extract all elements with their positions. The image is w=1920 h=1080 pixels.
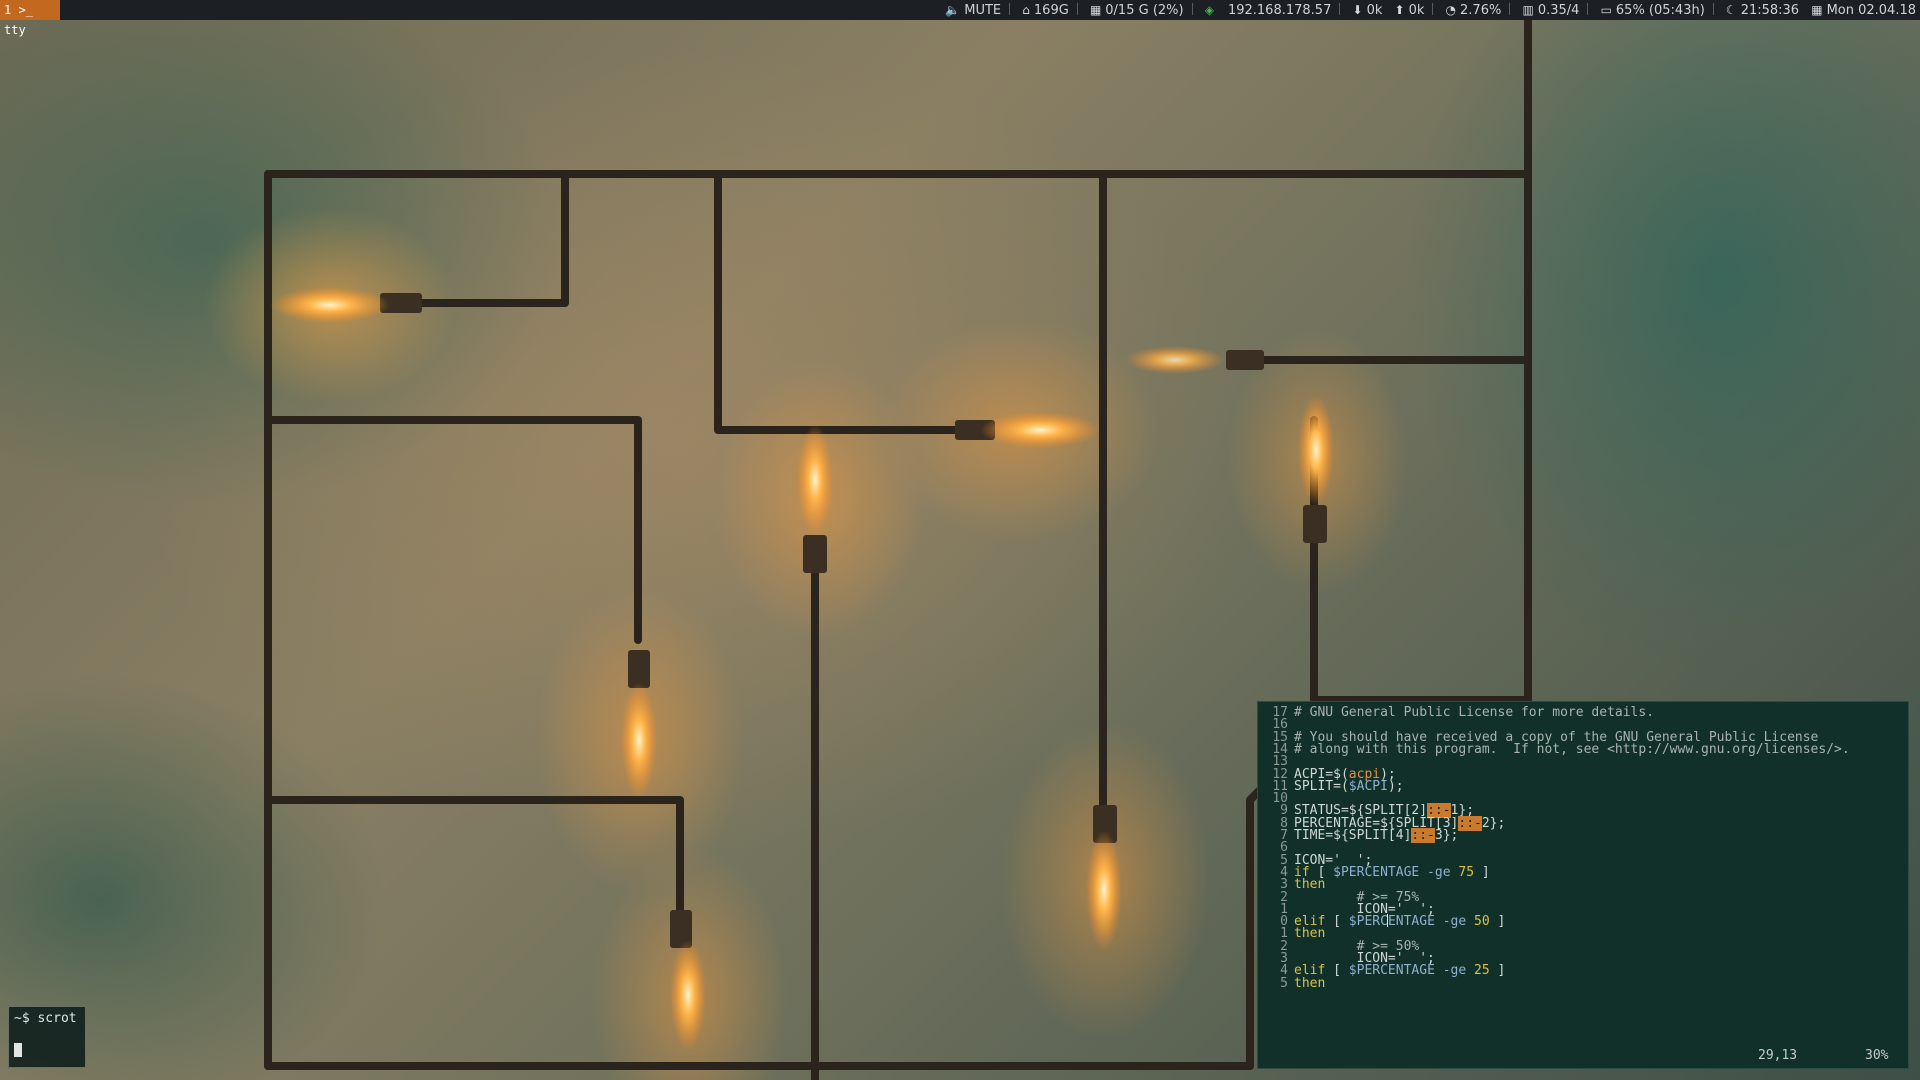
status-items: 🔈 MUTE ⌂ 169G ▦ 0/15 G (2%) ◈ 192.168.178.57… bbox=[937, 0, 1916, 20]
battery-value: 65% (05:43h) bbox=[1615, 3, 1705, 18]
separator bbox=[1076, 3, 1078, 15]
speaker-icon: 🔈 bbox=[945, 3, 961, 17]
clock[interactable]: ☾ 21:58:36 bbox=[1726, 0, 1799, 21]
storage-status: ▦ 0/15 G (2%) bbox=[1090, 0, 1184, 21]
download-rate: 0k bbox=[1366, 3, 1383, 18]
upload-icon: ⬆ bbox=[1394, 3, 1405, 17]
separator bbox=[1339, 3, 1341, 15]
wifi-icon: ◈ bbox=[1204, 3, 1214, 17]
workspace-indicator[interactable]: 1 >_ tty bbox=[0, 0, 60, 37]
terminal-cursor bbox=[14, 1043, 22, 1057]
line-number: 5 bbox=[1280, 975, 1288, 991]
gauge-icon: ◔ bbox=[1445, 3, 1457, 17]
code-token: then bbox=[1294, 975, 1326, 991]
upload-status: ⬆ 0k bbox=[1395, 0, 1425, 21]
separator bbox=[1191, 3, 1193, 15]
upload-rate: 0k bbox=[1408, 3, 1425, 18]
date[interactable]: ▦ Mon 02.04.18 bbox=[1811, 0, 1916, 21]
network-status[interactable]: ◈ 192.168.178.57 bbox=[1205, 0, 1332, 21]
date-value: Mon 02.04.18 bbox=[1826, 3, 1916, 18]
separator bbox=[1712, 3, 1714, 15]
cpu-value: 2.76% bbox=[1460, 3, 1502, 18]
vim-editor-window[interactable]: 17 # GNU General Public License for more … bbox=[1257, 701, 1909, 1069]
load-status: ▥ 0.35/4 bbox=[1522, 0, 1579, 21]
volume-status[interactable]: 🔈 MUTE bbox=[945, 0, 1001, 21]
calendar-icon: ▦ bbox=[1811, 3, 1823, 17]
download-icon: ⬇ bbox=[1352, 3, 1363, 17]
terminal-prompt-line: ~$ scrot bbox=[14, 1011, 77, 1026]
battery-status: ▭ 65% (05:43h) bbox=[1601, 0, 1705, 21]
cursor-position: 29,13 bbox=[1758, 1048, 1798, 1063]
separator bbox=[1432, 3, 1434, 15]
scroll-percentage: 30% bbox=[1865, 1048, 1889, 1063]
load-value: 0.35/4 bbox=[1537, 3, 1580, 18]
separator bbox=[1009, 3, 1011, 15]
status-bar: 1 >_ tty 🔈 MUTE ⌂ 169G ▦ 0/15 G (2%) ◈ 192.1… bbox=[0, 0, 1920, 37]
moon-icon: ☾ bbox=[1725, 3, 1737, 17]
drive-icon: ▦ bbox=[1089, 3, 1102, 17]
download-status: ⬇ 0k bbox=[1353, 0, 1383, 21]
terminal-window[interactable]: ~$ scrot bbox=[8, 1006, 86, 1068]
separator bbox=[1587, 3, 1589, 15]
home-disk-value: 169G bbox=[1033, 3, 1069, 18]
ip-address: 192.168.178.57 bbox=[1227, 3, 1332, 18]
chart-icon: ▥ bbox=[1522, 3, 1534, 17]
home-icon: ⌂ bbox=[1022, 3, 1030, 17]
editor-status-line: 29,13 30% bbox=[1258, 1048, 1898, 1063]
editor-line[interactable]: 5 then bbox=[1258, 976, 1898, 991]
battery-icon: ▭ bbox=[1600, 3, 1612, 17]
storage-value: 0/15 G (2%) bbox=[1105, 3, 1184, 18]
separator bbox=[1509, 3, 1511, 15]
cpu-status: ◔ 2.76% bbox=[1446, 0, 1502, 21]
home-disk-status: ⌂ 169G bbox=[1022, 0, 1069, 21]
time-value: 21:58:36 bbox=[1740, 3, 1800, 18]
volume-label: MUTE bbox=[964, 3, 1002, 18]
